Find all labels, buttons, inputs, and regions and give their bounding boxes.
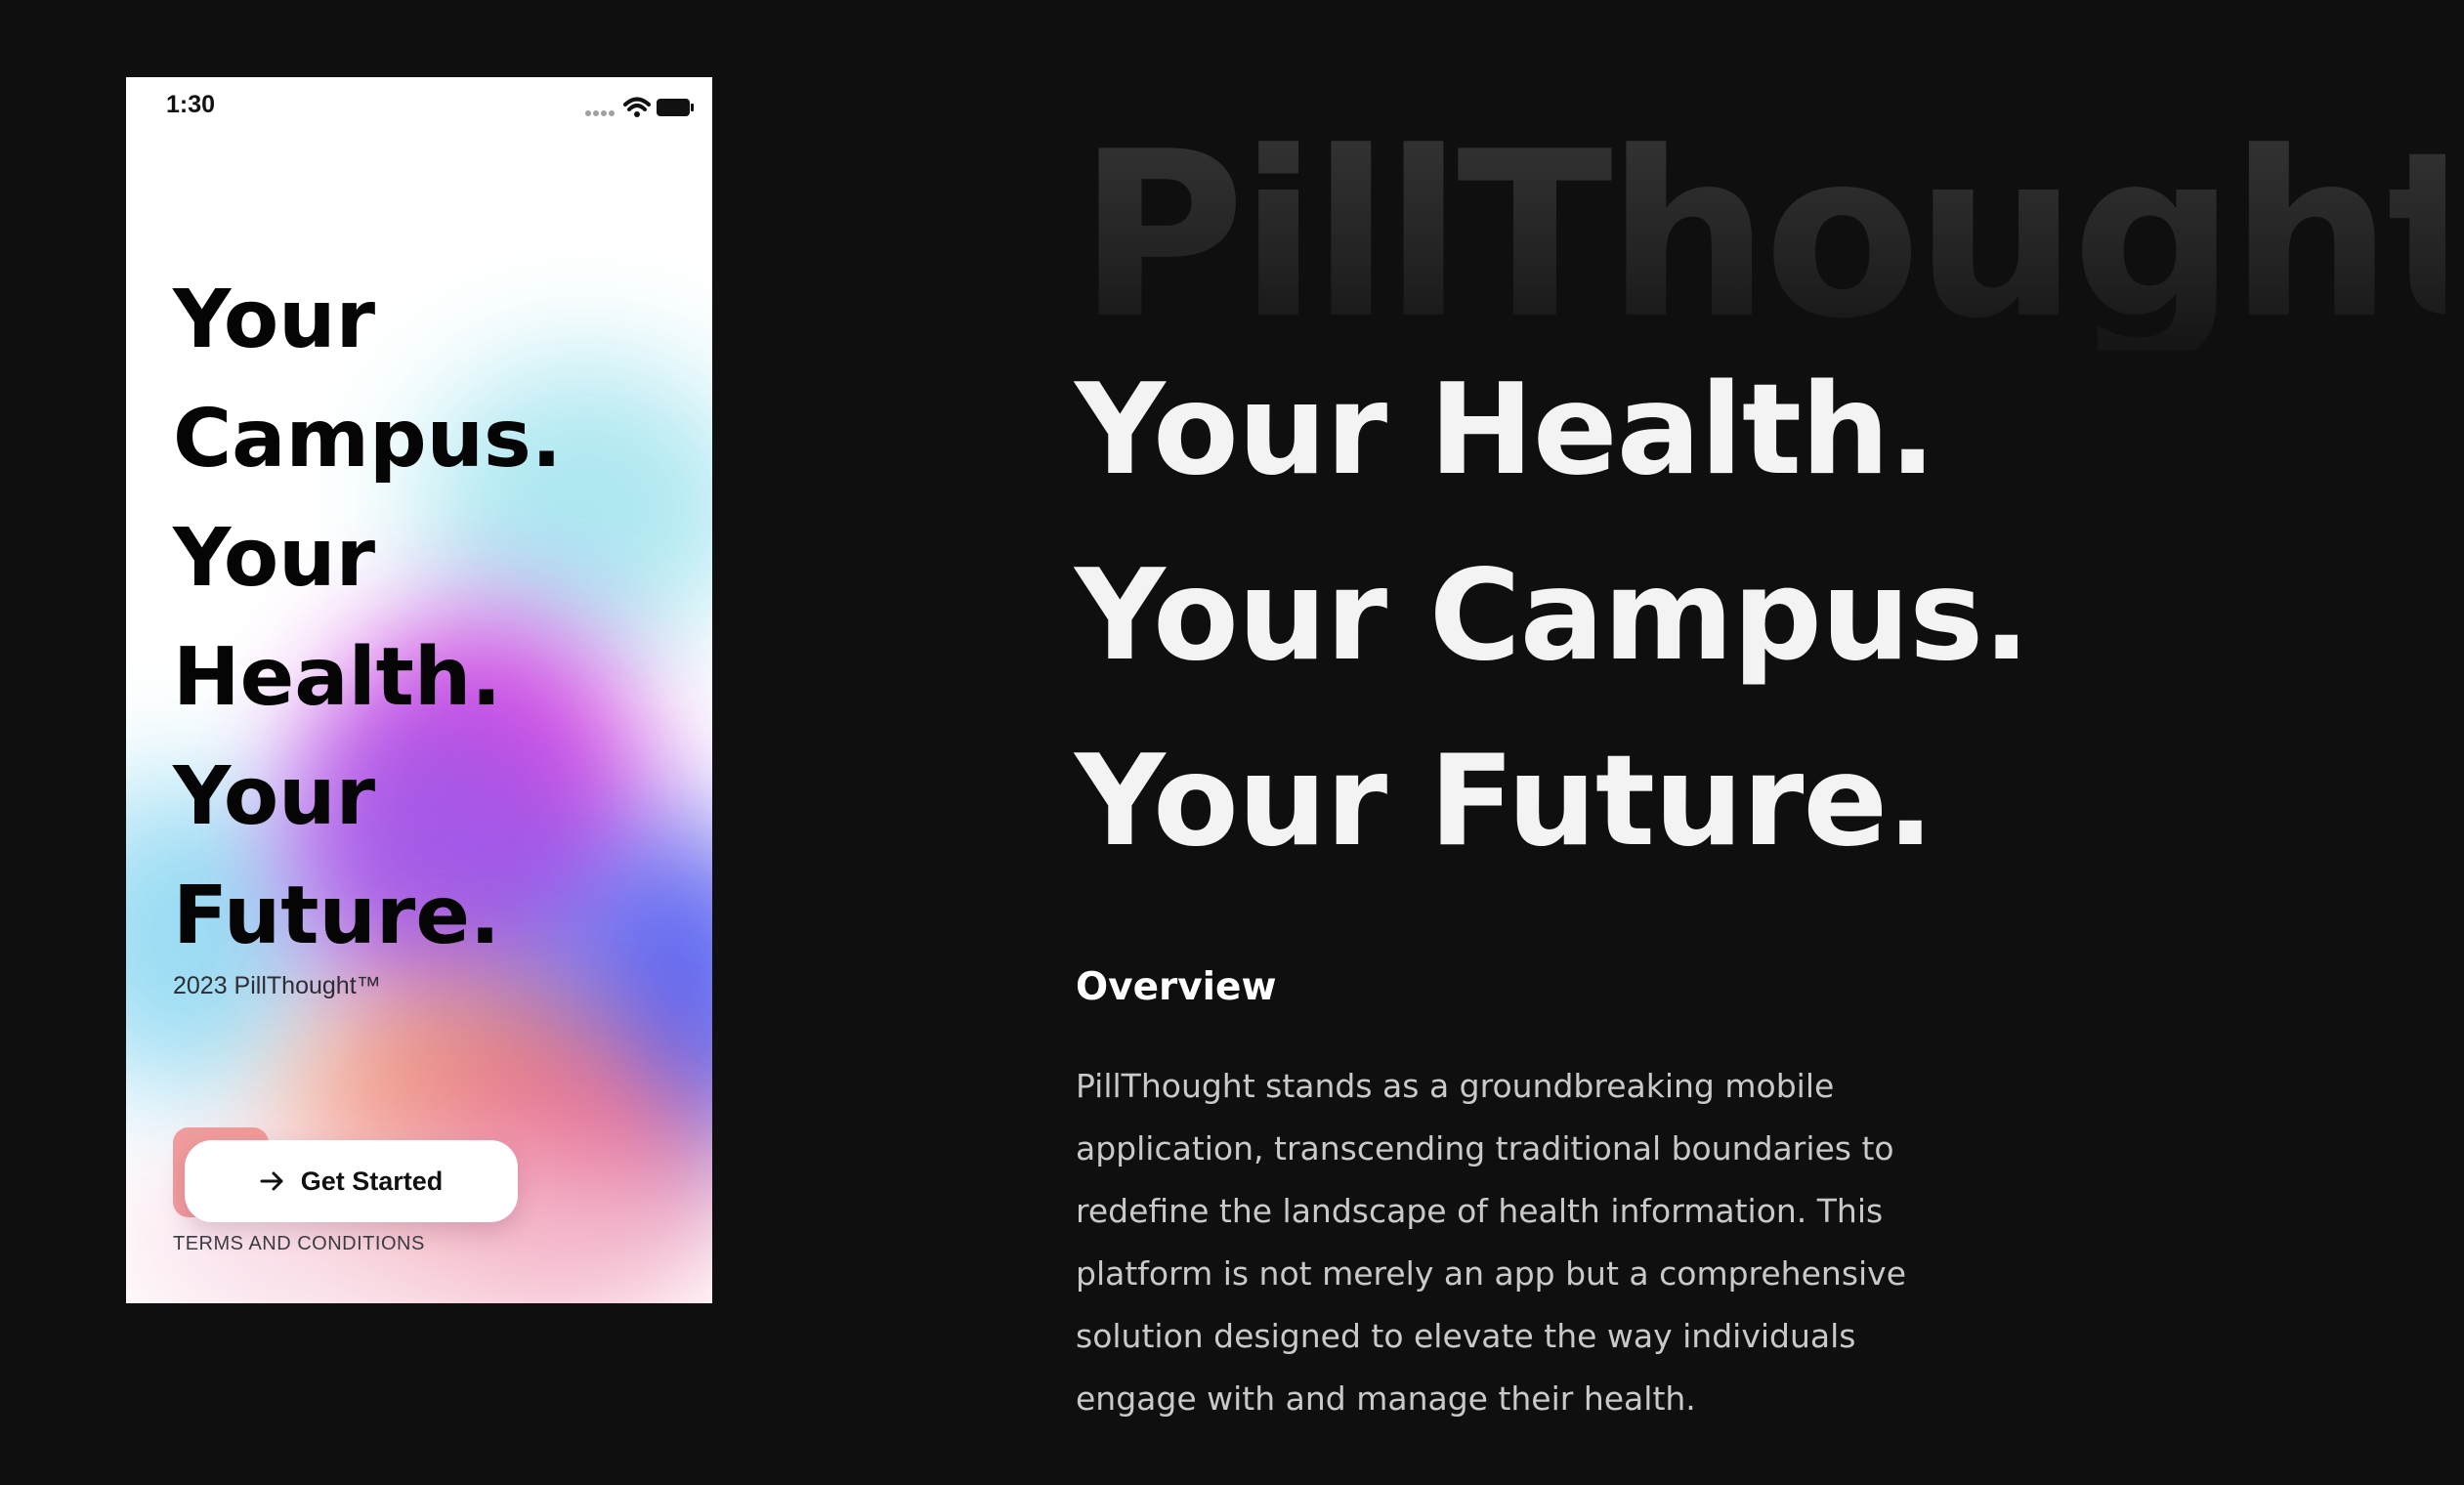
status-bar-icons <box>585 97 694 117</box>
overview-heading: Overview <box>1076 965 1277 1009</box>
phone-headline-line: Your <box>173 750 376 843</box>
signal-dots-icon <box>585 110 615 116</box>
arrow-right-icon <box>260 1171 283 1191</box>
hero-headline-line: Your Campus. <box>1075 543 2030 689</box>
get-started-label: Get Started <box>300 1166 444 1196</box>
terms-and-conditions-link[interactable]: TERMS AND CONDITIONS <box>173 1233 425 1255</box>
phone-headline-line: Health. <box>173 631 502 724</box>
copyright-text: 2023 PillThought™ <box>173 972 381 999</box>
hero-headline-line: Your Health. <box>1075 358 1936 503</box>
hero-headline: Your Health. Your Campus. Your Future. <box>1075 338 2030 895</box>
phone-mockup: 1:30 Your Campus. Your Health. Your Futu… <box>126 77 712 1303</box>
phone-headline: Your Campus. Your Health. Your Future. <box>173 261 562 976</box>
phone-headline-line: Your <box>173 274 376 366</box>
wifi-icon <box>623 97 651 117</box>
brand-watermark: PillThought <box>1078 122 2445 351</box>
phone-headline-line: Campus. <box>173 393 562 486</box>
overview-description: PillThought stands as a groundbreaking m… <box>1076 1067 1907 1418</box>
phone-headline-line: Your <box>173 512 376 605</box>
battery-icon <box>657 99 694 116</box>
hero-headline-line: Your Future. <box>1075 729 1934 874</box>
phone-headline-line: Future. <box>173 870 501 962</box>
get-started-button[interactable]: Get Started <box>185 1140 518 1222</box>
status-bar-time: 1:30 <box>166 91 216 118</box>
